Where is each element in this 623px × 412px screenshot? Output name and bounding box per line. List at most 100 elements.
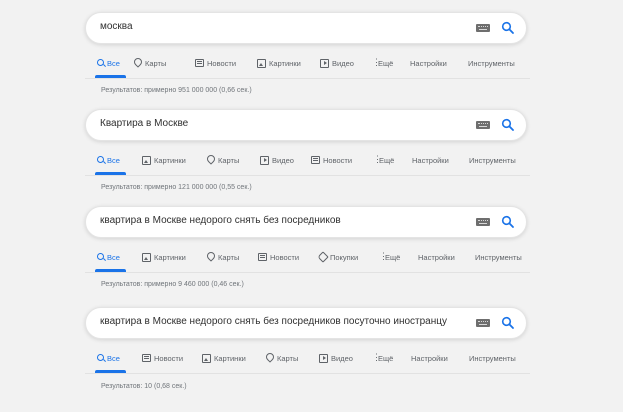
result-stats: Результатов: примерно 951 000 000 (0,66 … xyxy=(101,87,252,94)
map-pin-icon xyxy=(205,153,217,165)
search-icon[interactable] xyxy=(501,21,515,35)
tab-tools[interactable]: Инструменты xyxy=(469,153,516,167)
tab-label: Новости xyxy=(323,155,353,165)
image-icon xyxy=(202,353,211,363)
image-icon xyxy=(142,155,151,165)
search-input[interactable]: москва xyxy=(100,21,133,32)
video-icon xyxy=(319,353,328,363)
active-tab-indicator xyxy=(95,172,126,175)
result-stats: Результатов: примерно 9 460 000 (0,46 се… xyxy=(101,281,244,288)
tab-images[interactable]: Картинки xyxy=(202,351,246,365)
tab-label: Настройки xyxy=(411,353,448,363)
tab-label: Картинки xyxy=(154,252,186,262)
search-icon[interactable] xyxy=(501,215,515,229)
search-bar[interactable]: квартира в Москве недорого снять без пос… xyxy=(85,206,527,238)
search-tabs: Все Картинки Карты Новости Покупки Ещё Н… xyxy=(85,250,530,273)
tab-maps[interactable]: Карты xyxy=(205,250,239,264)
search-bar[interactable]: москва xyxy=(85,12,527,44)
search-input[interactable]: квартира в Москве недорого снять без пос… xyxy=(100,316,447,327)
search-input[interactable]: квартира в Москве недорого снять без пос… xyxy=(100,215,341,226)
tab-video[interactable]: Видео xyxy=(320,56,354,70)
tab-label: Карты xyxy=(277,353,299,363)
video-icon xyxy=(320,58,329,68)
video-icon xyxy=(260,155,269,165)
results-collage: { "blocks": [ { "query": "москва", "tabs… xyxy=(0,0,623,412)
tab-label: Покупки xyxy=(330,252,359,262)
tab-label: Новости xyxy=(154,353,184,363)
tab-more[interactable]: Ещё xyxy=(379,250,400,264)
tab-images[interactable]: Картинки xyxy=(142,250,186,264)
tab-label: Все xyxy=(107,58,120,68)
keyboard-icon[interactable] xyxy=(476,121,490,129)
search-icon[interactable] xyxy=(501,316,515,330)
tag-icon xyxy=(317,251,329,263)
active-tab-indicator xyxy=(95,269,126,272)
more-vert-icon xyxy=(373,154,382,165)
tab-label: Все xyxy=(107,252,120,262)
search-input[interactable]: Квартира в Москве xyxy=(100,118,188,129)
tab-label: Новости xyxy=(270,252,300,262)
image-icon xyxy=(257,58,266,68)
tab-settings[interactable]: Настройки xyxy=(411,351,448,365)
search-bar[interactable]: квартира в Москве недорого снять без пос… xyxy=(85,307,527,339)
tab-label: Видео xyxy=(332,58,354,68)
tab-label: Все xyxy=(107,353,120,363)
search-icon xyxy=(97,353,104,361)
map-pin-icon xyxy=(205,250,217,262)
tab-all[interactable]: Все xyxy=(97,351,120,365)
tab-maps[interactable]: Карты xyxy=(132,56,167,70)
tab-label: Инструменты xyxy=(475,252,522,262)
tab-more[interactable]: Ещё xyxy=(373,153,394,167)
tab-shopping[interactable]: Покупки xyxy=(317,250,359,264)
tab-label: Инструменты xyxy=(469,155,516,165)
active-tab-indicator xyxy=(95,75,126,78)
result-stats: Результатов: 10 (0,68 сек.) xyxy=(101,383,187,390)
tab-label: Картинки xyxy=(154,155,186,165)
tab-label: Картинки xyxy=(214,353,246,363)
search-icon xyxy=(97,252,104,260)
tab-all[interactable]: Все xyxy=(97,250,120,264)
news-icon xyxy=(195,59,204,67)
tab-all[interactable]: Все xyxy=(97,153,120,167)
tab-more[interactable]: Ещё xyxy=(372,56,393,70)
tab-settings[interactable]: Настройки xyxy=(412,153,449,167)
result-stats: Результатов: примерно 121 000 000 (0,55 … xyxy=(101,184,252,191)
tab-all[interactable]: Все xyxy=(97,56,120,70)
search-tabs: Все Новости Картинки Карты Видео Ещё Нас… xyxy=(85,351,530,374)
tab-news[interactable]: Новости xyxy=(142,351,183,365)
tab-news[interactable]: Новости xyxy=(195,56,236,70)
tab-label: Настройки xyxy=(412,155,449,165)
tab-label: Инструменты xyxy=(468,58,515,68)
keyboard-icon[interactable] xyxy=(476,319,490,327)
tab-label: Видео xyxy=(331,353,353,363)
tab-news[interactable]: Новости xyxy=(258,250,299,264)
tab-tools[interactable]: Инструменты xyxy=(469,351,516,365)
tab-video[interactable]: Видео xyxy=(260,153,294,167)
search-icon xyxy=(97,155,104,163)
tab-label: Настройки xyxy=(410,58,447,68)
tab-news[interactable]: Новости xyxy=(311,153,352,167)
search-tabs: Все Картинки Карты Видео Новости Ещё Нас… xyxy=(85,153,530,176)
tab-tools[interactable]: Инструменты xyxy=(475,250,522,264)
tab-images[interactable]: Картинки xyxy=(142,153,186,167)
tab-label: Картинки xyxy=(269,58,301,68)
tab-settings[interactable]: Настройки xyxy=(418,250,455,264)
tab-maps[interactable]: Карты xyxy=(264,351,299,365)
keyboard-icon[interactable] xyxy=(476,24,490,32)
tab-label: Видео xyxy=(272,155,294,165)
tab-video[interactable]: Видео xyxy=(319,351,353,365)
search-icon[interactable] xyxy=(501,118,515,132)
tab-label: Карты xyxy=(145,58,167,68)
tab-maps[interactable]: Карты xyxy=(205,153,239,167)
search-icon xyxy=(97,58,104,66)
tab-more[interactable]: Ещё xyxy=(372,351,393,365)
search-tabs: Все Карты Новости Картинки Видео Ещё Нас… xyxy=(85,56,530,79)
keyboard-icon[interactable] xyxy=(476,218,490,226)
search-bar[interactable]: Квартира в Москве xyxy=(85,109,527,141)
tab-label: Инструменты xyxy=(469,353,516,363)
tab-label: Настройки xyxy=(418,252,455,262)
tab-settings[interactable]: Настройки xyxy=(410,56,447,70)
tab-tools[interactable]: Инструменты xyxy=(468,56,515,70)
active-tab-indicator xyxy=(95,370,126,373)
tab-images[interactable]: Картинки xyxy=(257,56,301,70)
